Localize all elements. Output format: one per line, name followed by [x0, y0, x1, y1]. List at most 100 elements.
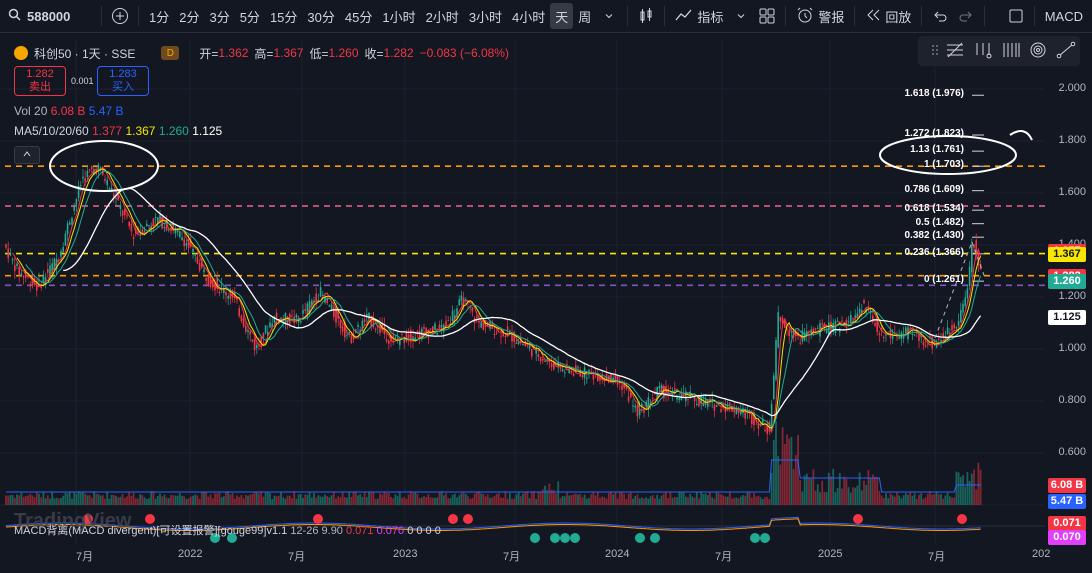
- volume-bar: [966, 472, 969, 505]
- add-symbol-icon[interactable]: [107, 3, 133, 29]
- volume-bar: [671, 497, 674, 505]
- pitchfork-icon[interactable]: [973, 41, 993, 62]
- volume-bar: [777, 455, 780, 505]
- volume-bar: [526, 491, 529, 505]
- price-axis-tick: 0.800: [1058, 394, 1086, 406]
- volume-bar: [24, 495, 27, 505]
- redo-icon[interactable]: [953, 3, 979, 29]
- candle-body: [245, 325, 247, 332]
- alert-button[interactable]: 警报: [791, 3, 849, 29]
- volume-bar: [106, 491, 109, 505]
- divergence-marker-bull: [560, 533, 570, 543]
- volume-bar: [416, 493, 419, 505]
- volume-bar: [222, 496, 225, 505]
- volume-bar: [255, 491, 258, 505]
- trend-line-icon[interactable]: [1056, 41, 1076, 62]
- volume-bar: [654, 498, 656, 505]
- volume-bar: [431, 497, 434, 505]
- volume-bar: [711, 497, 714, 505]
- drag-handle-icon[interactable]: [931, 44, 938, 59]
- volume-bar: [295, 498, 298, 505]
- candle-body: [506, 326, 509, 331]
- sell-button[interactable]: 1.282 卖出: [14, 66, 66, 96]
- volume-bar: [462, 492, 465, 505]
- volume-bar: [539, 491, 542, 505]
- candle-body: [447, 320, 449, 322]
- interval-tab[interactable]: 5分: [235, 3, 265, 29]
- volume-bar: [5, 495, 7, 505]
- macd-indicator-tab[interactable]: MACD: [1040, 3, 1088, 29]
- volume-bar: [203, 492, 205, 505]
- candle-body: [108, 188, 111, 190]
- interval-tab[interactable]: 1分: [144, 3, 174, 29]
- fullscreen-icon[interactable]: [1003, 3, 1029, 29]
- ma-legend[interactable]: MA5/10/20/60 1.377 1.367 1.260 1.125: [14, 124, 222, 138]
- volume-bar: [451, 494, 454, 505]
- low-value: 1.260: [328, 46, 359, 60]
- candle-body: [363, 319, 366, 322]
- volume-bar: [115, 495, 117, 505]
- legend-title: 科创50 · 1天 · SSE: [34, 46, 136, 61]
- price-chart[interactable]: [0, 33, 1092, 573]
- candle-body: [47, 269, 49, 273]
- interval-tab[interactable]: 2分: [174, 3, 204, 29]
- fib-retracement-icon[interactable]: [945, 41, 965, 62]
- chevron-down-icon[interactable]: [596, 3, 622, 29]
- volume-legend[interactable]: Vol 20 6.08 B 5.47 B: [14, 104, 123, 118]
- interval-tab[interactable]: 45分: [340, 3, 377, 29]
- interval-tab[interactable]: 15分: [265, 3, 302, 29]
- volume-bar: [449, 498, 452, 505]
- chevron-down-icon[interactable]: [728, 3, 754, 29]
- symbol-search[interactable]: 588000: [0, 8, 96, 24]
- fib-level-label: 0.5 (1.482): [915, 216, 964, 228]
- candle-body: [143, 230, 146, 232]
- buy-button[interactable]: 1.283 买入: [97, 66, 149, 96]
- volume-bar: [970, 473, 973, 505]
- interval-tab[interactable]: 天: [550, 3, 574, 29]
- volume-bar: [810, 478, 813, 505]
- candle-body: [106, 180, 108, 186]
- candle-body: [374, 328, 377, 330]
- volume-bar: [814, 490, 817, 505]
- vertical-lines-icon[interactable]: [1001, 41, 1021, 62]
- interval-tab[interactable]: 2小时: [421, 3, 464, 29]
- collapse-legend-button[interactable]: [14, 146, 40, 164]
- indicators-button[interactable]: 指标: [670, 3, 728, 29]
- interval-tab[interactable]: 1小时: [377, 3, 420, 29]
- undo-icon[interactable]: [927, 3, 953, 29]
- macd-legend[interactable]: MACD背离(MACD divergent)[可设置报警][gouge99]v1…: [14, 522, 441, 538]
- volume-bar: [453, 493, 456, 505]
- interval-tab[interactable]: 3分: [204, 3, 234, 29]
- volume-bar: [13, 498, 16, 505]
- volume-bar: [57, 498, 60, 505]
- candle-body: [898, 336, 900, 339]
- volume-bar: [592, 492, 595, 505]
- volume-bar: [141, 495, 144, 505]
- volume-bar: [603, 497, 606, 505]
- interval-tab[interactable]: 周: [573, 3, 596, 29]
- interval-tab[interactable]: 3小时: [464, 3, 507, 29]
- volume-bar: [258, 493, 260, 505]
- interval-tab[interactable]: 4小时: [507, 3, 550, 29]
- volume-bar: [944, 495, 947, 505]
- candlestick-icon[interactable]: [633, 3, 659, 29]
- sell-price: 1.282: [26, 68, 54, 80]
- candle-body: [399, 340, 401, 346]
- replay-button[interactable]: 回放: [860, 3, 916, 29]
- volume-bar: [724, 496, 727, 505]
- volume-bar: [346, 497, 348, 505]
- volume-bar: [563, 496, 566, 505]
- circle-spiral-icon[interactable]: [1028, 41, 1048, 62]
- volume-bar: [900, 498, 903, 505]
- candle-body: [905, 327, 907, 333]
- volume-bar: [187, 498, 190, 505]
- volume-bar: [665, 491, 667, 505]
- layout-grid-icon[interactable]: [754, 3, 780, 29]
- ma20-value: 1.260: [158, 124, 189, 138]
- volume-bar: [240, 495, 243, 505]
- candle-body: [814, 328, 817, 330]
- volume-bar: [797, 434, 799, 505]
- candle-body: [238, 308, 240, 317]
- volume-bar: [574, 493, 577, 505]
- interval-tab[interactable]: 30分: [302, 3, 339, 29]
